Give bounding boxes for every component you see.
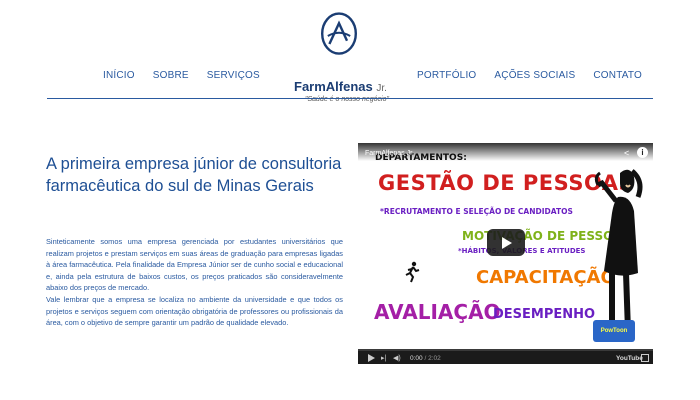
nav-item-sobre[interactable]: SOBRE [153,70,189,81]
nav-right: PORTFÓLIO AÇÕES SOCIAIS CONTATO [417,70,642,81]
header-divider [47,98,653,99]
intro-text: Sinteticamente somos uma empresa gerenci… [46,236,343,329]
video-controls: ▸| ◀) 0:00 / 2:02 YouTube [358,349,653,364]
nav-item-acoes-sociais[interactable]: AÇÕES SOCIAIS [494,70,575,81]
runner-icon [405,261,420,283]
video-time-total: / 2:02 [424,355,441,362]
video-time-current: 0:00 [410,355,423,362]
video-time: 0:00 / 2:02 [410,353,441,364]
site-logo[interactable]: FarmAlfenas Jr. "Saúde é o nosso negócio… [287,12,397,103]
control-next-icon[interactable]: ▸| [381,354,386,363]
logo-name-text: FarmAlfenas [294,79,373,94]
youtube-logo[interactable]: YouTube [616,353,643,364]
logo-name: FarmAlfenas Jr. [294,79,387,94]
slide-avaliacao: AVALIAÇÃO [374,300,501,324]
page-headline: A primeira empresa júnior de consultoria… [46,155,342,195]
video-player[interactable]: FarmAlfenas Jr. < i DEPARTAMENTOS: GESTÃ… [358,143,653,364]
control-play-icon[interactable] [368,354,375,362]
control-volume-icon[interactable]: ◀) [393,354,401,363]
fullscreen-icon[interactable] [641,354,649,362]
nav-left: INÍCIO SOBRE SERVIÇOS [103,70,260,81]
slide-recrutamento: *RECRUTAMENTO E SELEÇÃO DE CANDIDATOS [380,207,573,216]
play-button[interactable] [487,229,525,256]
nav-item-servicos[interactable]: SERVIÇOS [207,70,260,81]
video-title[interactable]: FarmAlfenas Jr. [365,150,414,157]
share-icon[interactable]: < [624,148,634,158]
logo-emblem-icon [321,12,357,55]
nav-item-contato[interactable]: CONTATO [593,70,642,81]
nav-item-portfolio[interactable]: PORTFÓLIO [417,70,476,81]
powtoon-badge: PowToon [593,320,635,342]
woman-figure-icon [594,169,643,335]
intro-paragraph-1: Sinteticamente somos uma empresa gerenci… [46,237,343,293]
logo-suffix: Jr. [376,83,387,94]
info-icon[interactable]: i [637,147,648,158]
slide-desempenho: DESEMPENHO [493,307,596,322]
site-header: INÍCIO SOBRE SERVIÇOS FarmAlfenas Jr. "S… [0,0,700,103]
intro-paragraph-2: Vale lembrar que a empresa se localiza n… [46,294,343,328]
nav-item-inicio[interactable]: INÍCIO [103,70,135,81]
video-frame[interactable]: FarmAlfenas Jr. < i DEPARTAMENTOS: GESTÃ… [358,143,653,349]
